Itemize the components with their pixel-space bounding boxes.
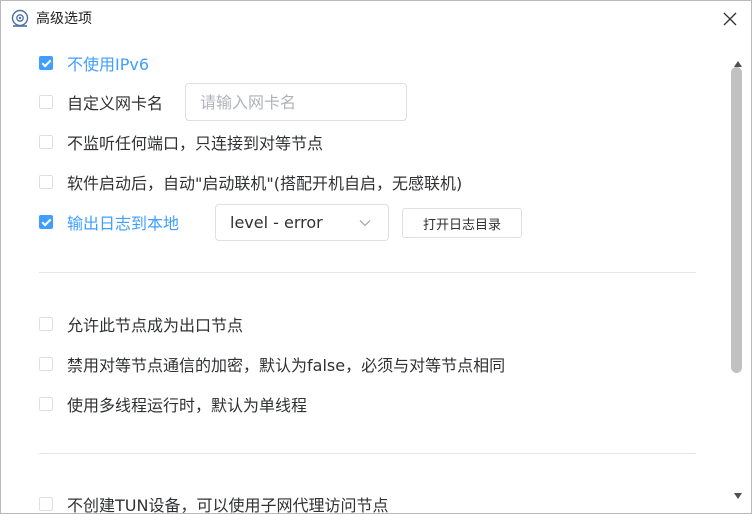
option-multi-thread[interactable]: 使用多线程运行时，默认为单线程 bbox=[39, 392, 307, 416]
option-disable-encryption[interactable]: 禁用对等节点通信的加密，默认为false，必须与对等节点相同 bbox=[39, 352, 505, 376]
option-log-local[interactable]: 输出日志到本地 bbox=[39, 210, 179, 234]
exit-node-label[interactable]: 允许此节点成为出口节点 bbox=[67, 312, 243, 336]
autostart-checkbox[interactable] bbox=[39, 175, 53, 189]
divider bbox=[39, 272, 696, 273]
close-icon[interactable] bbox=[719, 8, 741, 30]
options-panel: 不使用IPv6 自定义网卡名 不监听任何端口，只连接到对等节点 软件启动后，自动… bbox=[1, 37, 729, 513]
open-log-dir-button[interactable]: 打开日志目录 bbox=[402, 208, 522, 238]
no-tun-label[interactable]: 不创建TUN设备，可以使用子网代理访问节点 bbox=[67, 492, 388, 513]
option-custom-nic[interactable]: 自定义网卡名 bbox=[39, 90, 163, 114]
log-level-value: level - error bbox=[230, 213, 323, 232]
scroll-down-icon[interactable] bbox=[732, 491, 744, 501]
scrollbar-thumb[interactable] bbox=[731, 67, 742, 373]
no-listen-label[interactable]: 不监听任何端口，只连接到对等节点 bbox=[67, 130, 323, 154]
no-listen-checkbox[interactable] bbox=[39, 135, 53, 149]
log-level-select[interactable]: level - error bbox=[215, 204, 389, 241]
option-no-listen[interactable]: 不监听任何端口，只连接到对等节点 bbox=[39, 130, 323, 154]
nic-name-input[interactable] bbox=[185, 83, 407, 121]
no-tun-checkbox[interactable] bbox=[39, 497, 53, 511]
divider bbox=[39, 453, 696, 454]
log-local-label[interactable]: 输出日志到本地 bbox=[67, 210, 179, 234]
option-exit-node[interactable]: 允许此节点成为出口节点 bbox=[39, 312, 243, 336]
option-no-tun[interactable]: 不创建TUN设备，可以使用子网代理访问节点 bbox=[39, 492, 388, 513]
chevron-down-icon bbox=[359, 220, 371, 227]
option-disable-ipv6[interactable]: 不使用IPv6 bbox=[39, 51, 149, 75]
disable-ipv6-label[interactable]: 不使用IPv6 bbox=[67, 51, 149, 75]
disable-encryption-label[interactable]: 禁用对等节点通信的加密，默认为false，必须与对等节点相同 bbox=[67, 352, 505, 376]
title-bar: 高级选项 bbox=[1, 1, 751, 37]
advanced-options-window: 高级选项 不使用IPv6 自定义网卡名 不监听任何端口，只连接到对等节点 软件启… bbox=[0, 0, 752, 514]
multi-thread-label[interactable]: 使用多线程运行时，默认为单线程 bbox=[67, 392, 307, 416]
network-app-icon bbox=[11, 9, 29, 27]
vertical-scrollbar[interactable] bbox=[729, 37, 747, 513]
option-autostart[interactable]: 软件启动后，自动"启动联机"(搭配开机自启，无感联机) bbox=[39, 170, 462, 194]
autostart-label[interactable]: 软件启动后，自动"启动联机"(搭配开机自启，无感联机) bbox=[67, 170, 462, 194]
custom-nic-checkbox[interactable] bbox=[39, 95, 53, 109]
exit-node-checkbox[interactable] bbox=[39, 317, 53, 331]
disable-ipv6-checkbox[interactable] bbox=[39, 56, 53, 70]
log-local-checkbox[interactable] bbox=[39, 215, 53, 229]
window-title: 高级选项 bbox=[36, 11, 92, 27]
disable-encryption-checkbox[interactable] bbox=[39, 357, 53, 371]
multi-thread-checkbox[interactable] bbox=[39, 397, 53, 411]
custom-nic-label[interactable]: 自定义网卡名 bbox=[67, 90, 163, 114]
